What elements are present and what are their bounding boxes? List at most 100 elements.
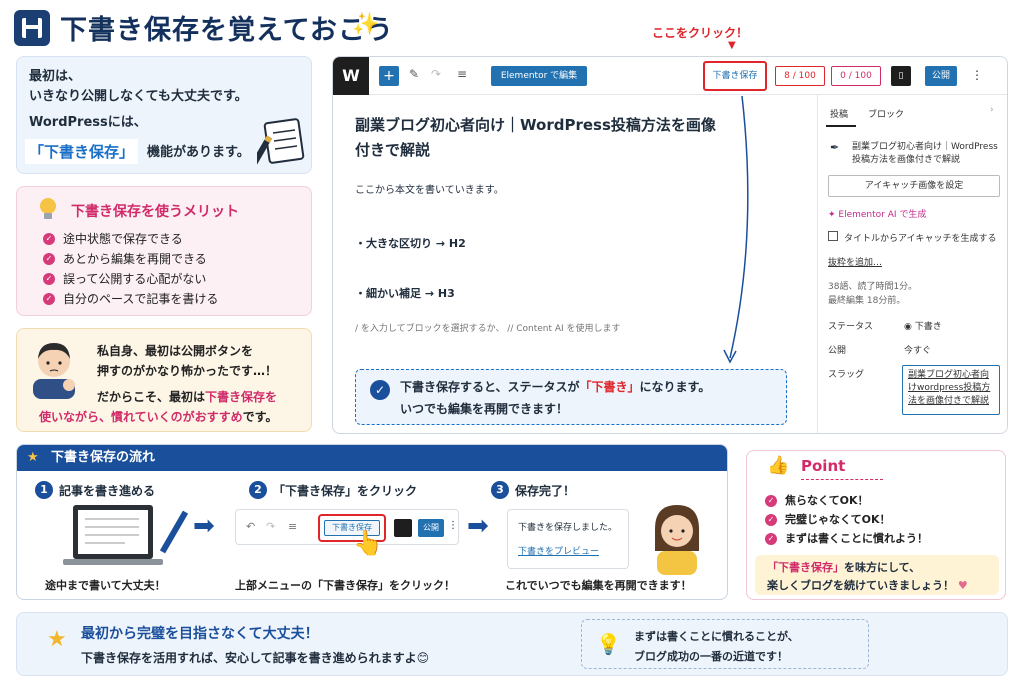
check-circle-icon: ✓	[370, 380, 390, 400]
merit-item: ✓ あとから編集を再開できる	[43, 249, 218, 269]
publish-value[interactable]: 今すぐ	[904, 343, 931, 356]
seo-score-badge[interactable]: 8 / 100	[775, 66, 825, 86]
sparkle-icon: ✨	[352, 12, 380, 37]
generate-checkbox-label: タイトルからアイキャッチを生成する	[844, 234, 997, 244]
quote-line1: 私自身、最初は公開ボタンを	[97, 344, 254, 358]
smiling-woman-avatar	[645, 499, 709, 579]
readability-score-badge[interactable]: 0 / 100	[831, 66, 881, 86]
wordpress-logo[interactable]: W	[333, 57, 369, 95]
down-arrow-icon: ▼	[728, 40, 736, 51]
intro-highlight: 「下書き保存」	[25, 139, 139, 164]
radio-icon: ◉	[904, 322, 915, 332]
thinking-man-avatar	[25, 335, 83, 403]
point-card: 👍 Point ✓ 焦らなくてOK！ ✓ 完璧じゃなくてOK！ ✓ まずは書くことに慣…	[746, 450, 1006, 600]
step-3-title: 3 保存完了！	[491, 481, 575, 499]
flow-card: ★ 下書き保存の流れ 1 記事を書き進める 途中まで書いて大丈夫！ ➡ 2 「下書き保…	[16, 444, 728, 600]
save-draft-button[interactable]: 下書き保存	[703, 61, 767, 91]
settings-panel-icon[interactable]: ▯	[891, 66, 911, 86]
page-title: 下書き保存を覚えておこう	[60, 15, 394, 46]
lightbulb-icon: 💡	[596, 632, 621, 656]
sidebar-post-title: 副業ブログ初心者向け｜WordPress投稿方法を画像付きで解説	[852, 142, 998, 165]
slug-label: スラッグ	[828, 370, 865, 380]
wordpress-editor: W + ✎ ↷ ≡ Elementor で編集 下書き保存 8 / 100 0 …	[332, 56, 1008, 434]
draft-callout: ✓ 下書き保存すると、ステータスが「下書き」になります。 いつでも編集を再開でき…	[355, 369, 787, 425]
step-2-title: 2 「下書き保存」をクリック	[249, 481, 417, 499]
point-item: ✓ 焦らなくてOK！	[765, 491, 928, 510]
publish-button[interactable]: 公開	[925, 66, 957, 86]
laptop-pen-illustration	[59, 501, 189, 577]
merit-item: ✓ 誤って公開する心配がない	[43, 269, 218, 289]
intro-line1: 最初は、	[29, 69, 82, 84]
save-icon	[14, 10, 50, 46]
publish-label: 公開	[828, 346, 847, 356]
chevron-right-icon[interactable]: ›	[990, 105, 994, 115]
editor-toolbar: W + ✎ ↷ ≡ Elementor で編集 下書き保存 8 / 100 0 …	[333, 57, 1007, 95]
body-intro[interactable]: ここから本文を書いていきます。	[355, 181, 504, 196]
heading-h2[interactable]: ・大きな区切り → H2	[355, 235, 466, 251]
intro-line4: 機能があります。	[147, 145, 250, 160]
slug-value[interactable]: 副業ブログ初心者向けwordpress投稿方法を画像付きで解説	[902, 365, 1000, 415]
saved-message: 下書きを保存しました。	[518, 523, 618, 533]
merit-item: ✓ 途中状態で保存できる	[43, 229, 218, 249]
heart-icon: ♥	[957, 579, 968, 592]
tip-box: 💡 まずは書くことに慣れることが、 ブログ成功の一番の近道です！	[581, 619, 869, 669]
step-1-title: 1 記事を書き進める	[35, 481, 155, 499]
status-label: ステータス	[828, 322, 874, 332]
preview-draft-link[interactable]: 下書きをプレビュー	[518, 544, 599, 557]
lightbulb-icon	[39, 197, 57, 225]
edit-tool-icon[interactable]: ✎	[409, 67, 419, 81]
thumbs-up-icon: 👍	[767, 455, 790, 476]
settings-panel-icon	[394, 519, 412, 537]
point-note: 「下書き保存」を味方にして、 楽しくブログを続けていきましょう！ ♥	[755, 555, 999, 595]
last-edited: 最終編集 18分前。	[828, 296, 906, 306]
point-note-line1: 「下書き保存」を味方にして、	[767, 561, 921, 574]
sparkle-icon: ✦	[828, 210, 839, 220]
step-2-caption: 上部メニューの「下書き保存」をクリック！	[235, 579, 455, 592]
callout-line2: いつでも編集を再開できます！	[400, 402, 569, 416]
mini-publish-button[interactable]: 公開	[418, 519, 444, 537]
more-options-icon: ⋮	[448, 520, 458, 531]
intro-line3: WordPressには、	[29, 115, 147, 130]
post-title[interactable]: 副業ブログ初心者向け｜WordPress投稿方法を画像付きで解説	[355, 113, 725, 163]
editor-sidebar: 投稿 ブロック › ✒ 副業ブログ初心者向け｜WordPress投稿方法を画像付…	[817, 95, 1007, 433]
check-icon: ✓	[43, 253, 55, 265]
redo-icon[interactable]: ↷	[431, 67, 441, 81]
word-count: 38語、読了時間1分。	[828, 282, 918, 292]
right-arrow-icon: ➡	[193, 511, 215, 541]
tip-line2: ブログ成功の一番の近道です！	[634, 650, 788, 663]
bottom-sub: 下書き保存を活用すれば、安心して記事を書き進められますよ😊	[81, 651, 430, 665]
hand-cursor-icon: 👆	[353, 529, 383, 557]
block-placeholder[interactable]: / を入力してブロックを選択するか、 // Content AI を使用します	[355, 321, 621, 334]
quote-line4: 使いながら、慣れていくのがおすすめです。	[39, 410, 278, 424]
undo-icon: ↶	[246, 520, 256, 533]
set-featured-image-button[interactable]: アイキャッチ画像を設定	[828, 175, 1000, 197]
divider	[801, 479, 883, 480]
saved-notice: 下書きを保存しました。 下書きをプレビュー	[507, 509, 629, 569]
tab-block[interactable]: ブロック	[868, 107, 904, 120]
active-tab-indicator	[826, 125, 856, 127]
point-title: Point	[801, 457, 846, 475]
add-excerpt-link[interactable]: 抜粋を追加…	[828, 255, 882, 268]
list-view-icon: ≡	[288, 520, 298, 533]
add-block-button[interactable]: +	[379, 66, 399, 86]
elementor-ai-link[interactable]: ✦ Elementor AI で生成	[828, 207, 926, 220]
step-1-caption: 途中まで書いて大丈夫！	[45, 579, 166, 592]
point-note-line2: 楽しくブログを続けていきましょう！ ♥	[767, 579, 968, 592]
elementor-edit-button[interactable]: Elementor で編集	[491, 66, 587, 86]
tab-post[interactable]: 投稿	[830, 107, 848, 120]
check-icon: ✓	[43, 273, 55, 285]
heading-h3[interactable]: ・細かい補足 → H3	[355, 285, 455, 301]
generate-checkbox[interactable]	[828, 231, 838, 241]
star-icon: ★	[47, 627, 67, 652]
more-options-icon[interactable]: ⋮	[971, 68, 983, 82]
list-view-icon[interactable]: ≡	[457, 67, 467, 81]
quote-card: 私自身、最初は公開ボタンを 押すのがかなり怖かったです…！ だからこそ、最初は下…	[16, 328, 312, 432]
flow-header: ★ 下書き保存の流れ	[17, 445, 727, 471]
notebook-pen-icon	[251, 113, 307, 169]
status-value[interactable]: ◉ 下書き	[904, 319, 942, 332]
bottom-title: 最初から完璧を目指さなくて大丈夫！	[81, 626, 319, 642]
merit-card: 下書き保存を使うメリット ✓ 途中状態で保存できる ✓ あとから編集を再開できる ✓…	[16, 186, 312, 316]
right-arrow-icon: ➡	[467, 511, 489, 541]
bottom-banner: ★ 最初から完璧を目指さなくて大丈夫！ 下書き保存を活用すれば、安心して記事を書…	[16, 612, 1008, 676]
check-icon: ✓	[43, 293, 55, 305]
